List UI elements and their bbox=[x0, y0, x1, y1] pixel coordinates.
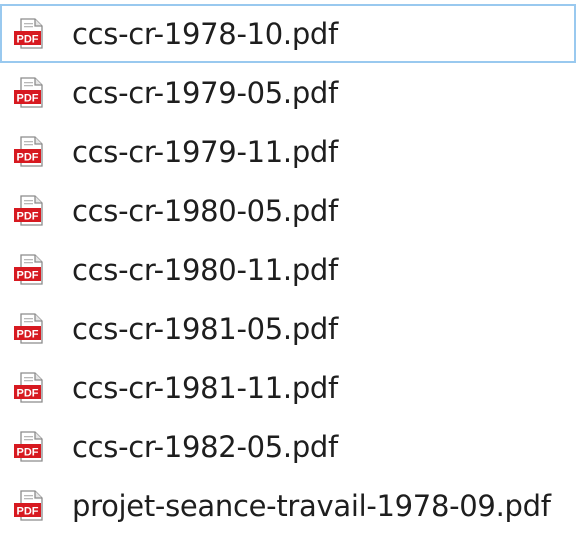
file-name: ccs-cr-1980-05.pdf bbox=[72, 193, 338, 228]
svg-text:PDF: PDF bbox=[17, 387, 39, 399]
file-name: ccs-cr-1980-11.pdf bbox=[72, 252, 338, 287]
file-name: ccs-cr-1981-11.pdf bbox=[72, 370, 338, 405]
svg-text:PDF: PDF bbox=[17, 210, 39, 222]
file-row-ccs-cr-1979-11[interactable]: PDF ccs-cr-1979-11.pdf bbox=[0, 122, 576, 181]
pdf-file-icon: PDF bbox=[14, 194, 43, 226]
file-row-projet-seance-travail-1978-09[interactable]: PDF projet-seance-travail-1978-09.pdf bbox=[0, 476, 576, 535]
file-row-ccs-cr-1978-10[interactable]: PDF ccs-cr-1978-10.pdf bbox=[0, 4, 576, 63]
pdf-file-icon: PDF bbox=[14, 76, 43, 108]
svg-text:PDF: PDF bbox=[17, 505, 39, 517]
pdf-file-icon: PDF bbox=[14, 312, 43, 344]
file-row-ccs-cr-1981-11[interactable]: PDF ccs-cr-1981-11.pdf bbox=[0, 358, 576, 417]
pdf-file-icon: PDF bbox=[14, 253, 43, 285]
file-list: PDF ccs-cr-1978-10.pdf PDF ccs-cr-1979-0… bbox=[0, 4, 576, 535]
file-name: ccs-cr-1978-10.pdf bbox=[72, 16, 338, 51]
file-name: ccs-cr-1979-11.pdf bbox=[72, 134, 338, 169]
file-row-ccs-cr-1981-05[interactable]: PDF ccs-cr-1981-05.pdf bbox=[0, 299, 576, 358]
svg-text:PDF: PDF bbox=[17, 269, 39, 281]
file-row-ccs-cr-1980-05[interactable]: PDF ccs-cr-1980-05.pdf bbox=[0, 181, 576, 240]
pdf-file-icon: PDF bbox=[14, 489, 43, 521]
svg-text:PDF: PDF bbox=[17, 446, 39, 458]
file-name: ccs-cr-1979-05.pdf bbox=[72, 75, 338, 110]
pdf-file-icon: PDF bbox=[14, 371, 43, 403]
file-name: ccs-cr-1981-05.pdf bbox=[72, 311, 338, 346]
svg-text:PDF: PDF bbox=[17, 92, 39, 104]
svg-text:PDF: PDF bbox=[17, 151, 39, 163]
file-name: ccs-cr-1982-05.pdf bbox=[72, 429, 338, 464]
file-row-ccs-cr-1979-05[interactable]: PDF ccs-cr-1979-05.pdf bbox=[0, 63, 576, 122]
file-row-ccs-cr-1980-11[interactable]: PDF ccs-cr-1980-11.pdf bbox=[0, 240, 576, 299]
pdf-file-icon: PDF bbox=[14, 17, 43, 49]
pdf-file-icon: PDF bbox=[14, 430, 43, 462]
file-name: projet-seance-travail-1978-09.pdf bbox=[72, 488, 551, 523]
svg-text:PDF: PDF bbox=[17, 328, 39, 340]
file-row-ccs-cr-1982-05[interactable]: PDF ccs-cr-1982-05.pdf bbox=[0, 417, 576, 476]
svg-text:PDF: PDF bbox=[17, 33, 39, 45]
pdf-file-icon: PDF bbox=[14, 135, 43, 167]
